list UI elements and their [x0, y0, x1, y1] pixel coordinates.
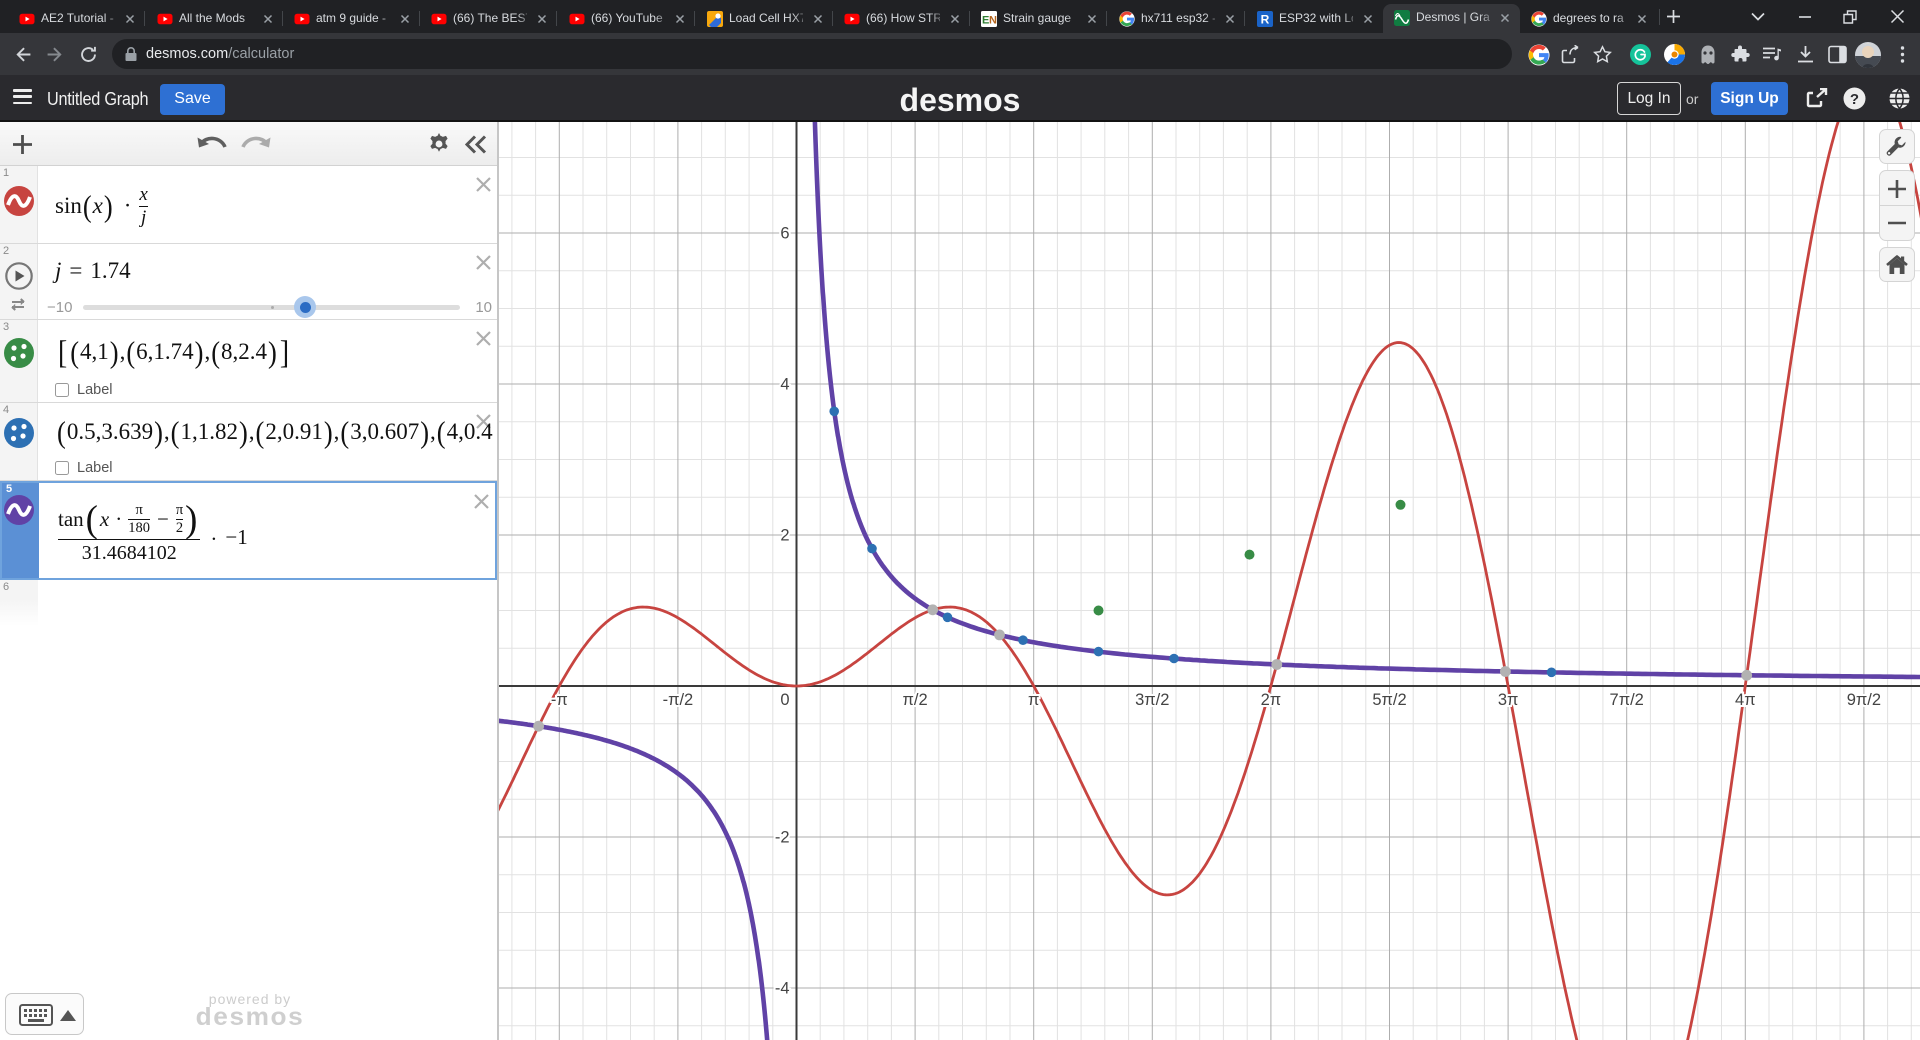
svg-text:R: R	[1261, 13, 1270, 27]
svg-text:N: N	[989, 15, 997, 27]
svg-text:4π: 4π	[1735, 691, 1756, 709]
svg-text:3π: 3π	[1498, 691, 1519, 709]
svg-text:π: π	[1028, 691, 1039, 709]
svg-text:7π/2: 7π/2	[1610, 691, 1644, 709]
svg-text:4: 4	[780, 376, 789, 394]
svg-text:-π: -π	[551, 691, 568, 709]
svg-text:0: 0	[780, 691, 789, 709]
svg-text:5π/2: 5π/2	[1372, 691, 1406, 709]
svg-text:2π: 2π	[1261, 691, 1282, 709]
svg-text:-π/2: -π/2	[663, 691, 694, 709]
svg-text:-2: -2	[775, 829, 790, 847]
svg-text:π/2: π/2	[903, 691, 928, 709]
svg-text:3π/2: 3π/2	[1135, 691, 1169, 709]
svg-text:9π/2: 9π/2	[1847, 691, 1881, 709]
svg-text:-4: -4	[775, 980, 790, 998]
svg-text:2: 2	[780, 527, 789, 545]
svg-text:?: ?	[1850, 91, 1859, 108]
svg-text:6: 6	[780, 225, 789, 243]
